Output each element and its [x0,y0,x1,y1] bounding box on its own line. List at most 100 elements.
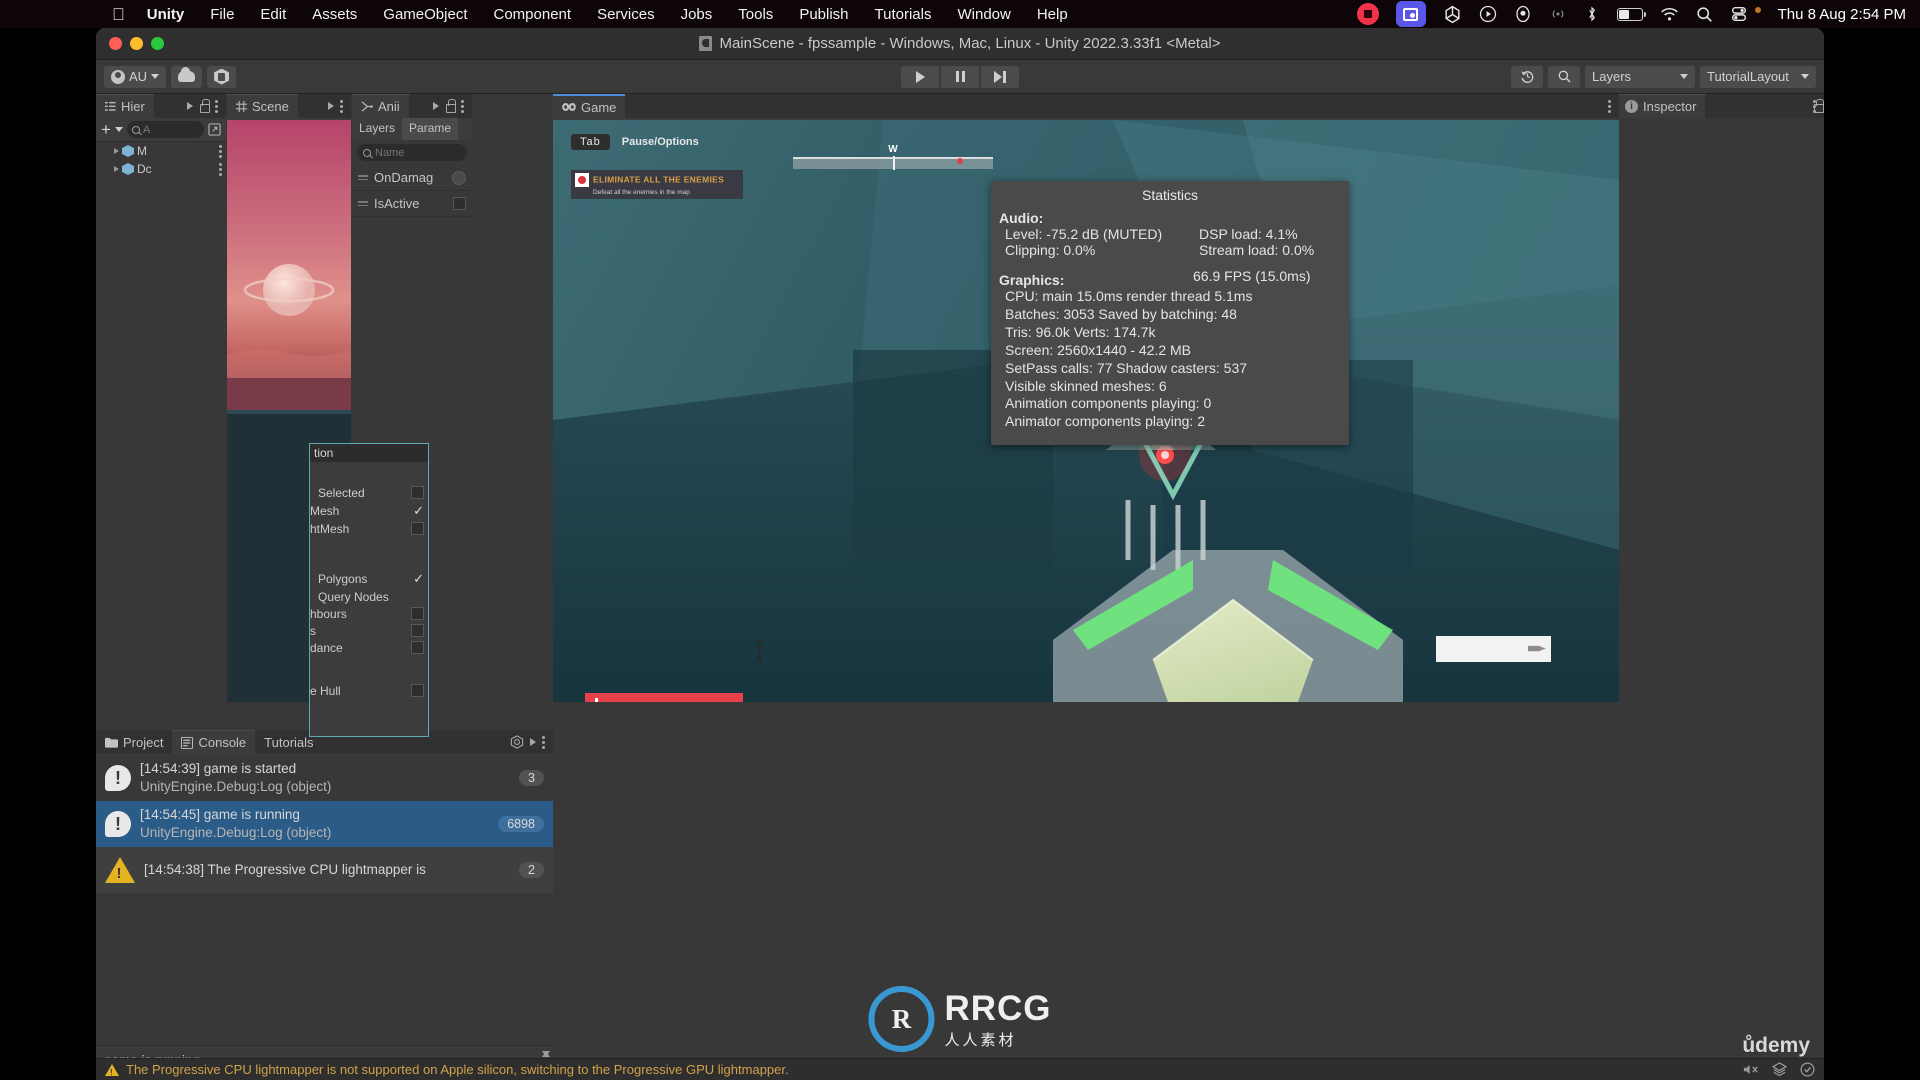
unity-badge-icon[interactable] [510,735,524,749]
console-log-row[interactable]: ! [14:54:45] game is running UnityEngine… [96,801,553,847]
checkbox[interactable] [411,684,424,697]
menu-assets[interactable]: Assets [312,6,357,23]
animator-parameter-row[interactable]: OnDamag [352,165,472,191]
trigger-toggle[interactable] [452,170,466,185]
menu-services[interactable]: Services [597,6,655,23]
lock-icon[interactable] [445,99,456,113]
tab-console[interactable]: Console [172,730,256,754]
menu-jobs[interactable]: Jobs [681,6,713,23]
services-button[interactable] [207,65,237,88]
navmesh-option-row[interactable]: Mesh ✓ [310,501,428,520]
navmesh-option-row[interactable]: htMesh [310,520,428,537]
tab-scene[interactable]: Scene [227,94,298,118]
subtab-layers[interactable]: Layers [352,118,402,140]
pause-button[interactable] [941,65,979,88]
toolbar-search-button[interactable] [1548,65,1580,88]
kebab-menu-icon[interactable] [340,99,343,113]
apple-icon[interactable]:  [112,6,125,23]
console-log-list[interactable]: ! [14:54:39] game is started UnityEngine… [96,755,553,900]
popout-icon[interactable] [208,123,221,136]
undo-history-button[interactable] [1511,65,1543,88]
scroll-down-icon[interactable] [542,1051,550,1057]
check-circle-icon[interactable] [1800,1062,1815,1077]
console-log-row[interactable]: ! [14:54:39] game is started UnityEngine… [96,755,553,801]
tab-animator[interactable]: Anii [352,94,409,118]
checkbox[interactable] [411,607,424,620]
stacktrace-scrollbar[interactable] [541,1050,550,1080]
menu-edit[interactable]: Edit [260,6,286,23]
checkbox[interactable] [411,641,424,654]
check-icon[interactable]: ✓ [413,503,424,519]
chevron-right-icon[interactable] [530,738,536,746]
animator-search-input[interactable]: Name [357,144,467,161]
chevron-down-icon[interactable] [114,127,123,132]
menu-gameobject[interactable]: GameObject [383,6,467,23]
navmesh-option-row[interactable]: s [310,622,428,639]
chevron-right-icon[interactable] [328,102,334,110]
wifi-icon[interactable] [1660,7,1679,22]
hierarchy-row[interactable]: M [96,142,226,160]
bool-checkbox[interactable] [453,197,466,210]
user-circle-icon[interactable] [1514,5,1532,23]
navmesh-display-popup[interactable]: tion Selected Mesh ✓ htMesh Polygons ✓ Q… [309,443,429,737]
unity-hub-icon[interactable] [1443,5,1462,24]
search-icon[interactable] [1696,6,1713,23]
navmesh-option-row[interactable]: Query Nodes [310,588,428,605]
navmesh-option-row[interactable]: hbours [310,605,428,622]
checkbox[interactable] [411,624,424,637]
menu-help[interactable]: Help [1037,6,1068,23]
checkbox[interactable] [411,522,424,535]
checkbox[interactable] [411,486,424,499]
menu-component[interactable]: Component [494,6,572,23]
hierarchy-row[interactable]: Dc [96,160,226,178]
lock-icon[interactable] [199,99,210,113]
navmesh-option-row[interactable]: dance [310,639,428,656]
menu-file[interactable]: File [210,6,234,23]
hierarchy-search-input[interactable]: A [126,121,204,138]
menu-tools[interactable]: Tools [738,6,773,23]
animator-parameter-row[interactable]: IsActive [352,191,472,217]
airdrop-icon[interactable] [1549,5,1567,23]
kebab-menu-icon[interactable] [215,99,218,113]
tab-inspector[interactable]: i Inspector [1619,94,1706,118]
bluetooth-icon[interactable] [1584,5,1600,23]
cloud-button[interactable] [171,65,203,88]
tab-project[interactable]: Project [96,730,173,754]
play-circle-icon[interactable] [1479,5,1497,23]
kebab-menu-icon[interactable] [219,144,222,158]
navmesh-option-row[interactable]: Selected [310,484,428,501]
drag-handle-icon[interactable] [358,201,368,206]
check-icon[interactable]: ✓ [413,571,424,587]
chevron-right-icon[interactable] [433,102,439,110]
battery-icon[interactable] [1616,7,1646,21]
kebab-menu-icon[interactable] [1608,99,1611,113]
expand-arrow-icon[interactable] [114,166,119,172]
menu-tutorials[interactable]: Tutorials [875,6,932,23]
menu-window[interactable]: Window [957,6,1010,23]
menu-bar-clock[interactable]: Thu 8 Aug 2:54 PM [1778,6,1906,23]
console-log-row[interactable]: [14:54:38] The Progressive CPU lightmapp… [96,847,553,893]
subtab-parameters[interactable]: Parame [402,118,459,140]
control-center-icon[interactable] [1730,5,1748,23]
chevron-right-icon[interactable] [187,102,193,110]
layers-dropdown[interactable]: Layers [1585,65,1695,88]
record-icon[interactable] [1356,3,1379,25]
drag-handle-icon[interactable] [358,175,368,180]
kebab-menu-icon[interactable] [542,735,545,749]
menu-unity[interactable]: Unity [147,6,185,23]
add-gameobject-button[interactable]: + [101,121,111,138]
navmesh-option-row[interactable]: e Hull [310,682,428,699]
status-bar[interactable]: The Progressive CPU lightmapper is not s… [96,1058,1824,1080]
layers-icon[interactable] [1772,1062,1787,1077]
screen-share-icon[interactable] [1395,1,1426,27]
kebab-menu-icon[interactable] [219,162,222,176]
expand-arrow-icon[interactable] [114,148,119,154]
menu-publish[interactable]: Publish [799,6,848,23]
tab-game[interactable]: Game [553,94,626,118]
navmesh-option-row[interactable]: Polygons ✓ [310,569,428,588]
kebab-menu-icon[interactable] [461,99,464,113]
statistics-overlay[interactable]: Statistics Audio: Level: -75.2 dB (MUTED… [991,181,1349,446]
mute-icon[interactable] [1743,1063,1759,1076]
play-button[interactable] [901,65,939,88]
layout-dropdown[interactable]: TutorialLayout [1700,65,1816,88]
